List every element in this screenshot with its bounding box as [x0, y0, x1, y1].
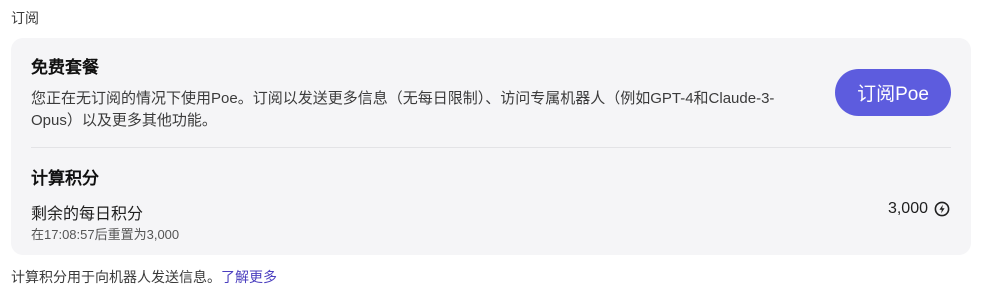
- daily-points-label: 剩余的每日积分: [31, 206, 144, 223]
- points-title: 计算积分: [31, 169, 99, 188]
- points-value: 3,000: [887, 200, 928, 217]
- footer-text: 计算积分用于向机器人发送信息。: [11, 269, 221, 285]
- compute-points-icon: [934, 201, 950, 217]
- points-balance: 3,000: [888, 200, 950, 218]
- section-label: 订阅: [11, 10, 39, 26]
- divider: [31, 147, 951, 148]
- points-reset-text: 在17:08:57后重置为3,000: [31, 227, 180, 242]
- plan-title: 免费套餐: [31, 58, 99, 77]
- learn-more-link[interactable]: 了解更多: [221, 269, 277, 285]
- subscription-page: 订阅 免费套餐 您正在无订阅的情况下使用Poe。订阅以发送更多信息（无每日限制）…: [0, 0, 983, 295]
- subscription-card: 免费套餐 您正在无订阅的情况下使用Poe。订阅以发送更多信息（无每日限制）、访问…: [11, 38, 971, 255]
- footer-note: 计算积分用于向机器人发送信息。了解更多: [11, 267, 277, 287]
- plan-description: 您正在无订阅的情况下使用Poe。订阅以发送更多信息（无每日限制）、访问专属机器人…: [31, 90, 775, 129]
- subscribe-button[interactable]: 订阅Poe: [835, 69, 951, 116]
